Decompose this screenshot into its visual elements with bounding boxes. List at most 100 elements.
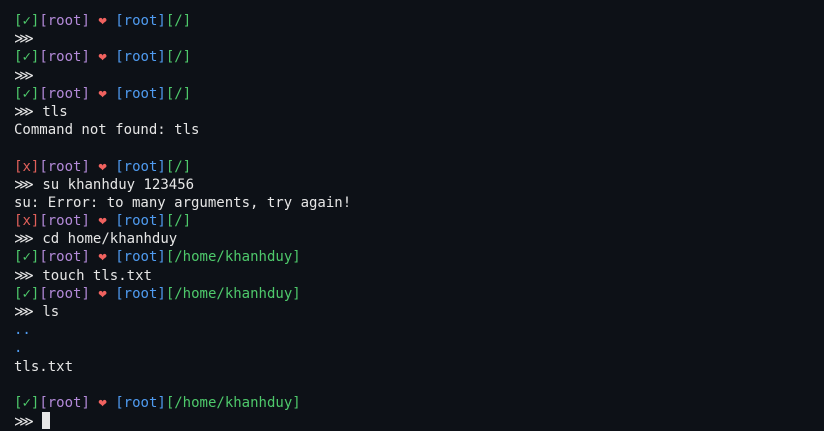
user-bracket-close: ] bbox=[81, 394, 90, 411]
prompt-arrow-icon: ⋙ bbox=[14, 176, 34, 193]
host-bracket-close: ] bbox=[157, 213, 166, 230]
prompt-host: root bbox=[123, 49, 158, 66]
prompt-host: root bbox=[123, 85, 158, 102]
prompt-host: root bbox=[123, 13, 158, 29]
prompt-path: / bbox=[174, 158, 183, 175]
host-bracket-close: ] bbox=[157, 394, 166, 411]
prompt-arrow-icon: ⋙ bbox=[14, 304, 34, 320]
prompt-line: [✓][root] ❤ [root][/home/khanhduy] bbox=[14, 248, 824, 266]
command-input-line: ⋙ cd home/khanhduy bbox=[14, 230, 824, 248]
path-bracket-open: [ bbox=[165, 213, 175, 230]
prompt-path: /home/khanhduy bbox=[174, 394, 293, 411]
prompt-line: [x][root] ❤ [root][/] bbox=[14, 158, 824, 176]
heart-icon: ❤ bbox=[98, 158, 107, 175]
text-cursor[interactable] bbox=[42, 412, 51, 430]
prompt-line: [✓][root] ❤ [root][/] bbox=[14, 48, 824, 66]
path-bracket-close: ] bbox=[292, 285, 301, 302]
command-text: tls bbox=[42, 103, 68, 120]
path-bracket-open: [ bbox=[165, 13, 175, 29]
path-bracket-open: [ bbox=[165, 249, 175, 266]
prompt-path: / bbox=[174, 13, 183, 29]
user-bracket-open: [ bbox=[39, 13, 48, 29]
host-bracket-close: ] bbox=[157, 158, 166, 175]
prompt-host: root bbox=[123, 249, 158, 266]
status-ok-icon: ✓ bbox=[22, 85, 31, 102]
prompt-arrow-icon: ⋙ bbox=[14, 31, 34, 48]
command-input-line: ⋙ su khanhduy 123456 bbox=[14, 176, 824, 194]
prompt-user: root bbox=[47, 13, 82, 29]
prompt-host: root bbox=[123, 285, 158, 302]
host-bracket-open: [ bbox=[115, 394, 124, 411]
user-bracket-close: ] bbox=[81, 249, 90, 266]
prompt-user: root bbox=[47, 213, 82, 230]
user-bracket-open: [ bbox=[39, 394, 48, 411]
prompt-user: root bbox=[47, 49, 82, 66]
output-text: tls.txt bbox=[14, 358, 74, 375]
command-text: su khanhduy 123456 bbox=[42, 176, 195, 193]
path-bracket-close: ] bbox=[182, 158, 192, 175]
prompt-line: [✓][root] ❤ [root][/] bbox=[14, 85, 824, 103]
user-bracket-close: ] bbox=[81, 285, 90, 302]
directory-entry: .. bbox=[14, 321, 824, 339]
path-bracket-open: [ bbox=[165, 285, 175, 302]
prompt-arrow-icon: ⋙ bbox=[14, 231, 34, 248]
heart-icon: ❤ bbox=[98, 13, 107, 29]
directory-entry: . bbox=[14, 339, 824, 357]
prompt-user: root bbox=[47, 394, 82, 411]
heart-icon: ❤ bbox=[98, 85, 107, 102]
status-fail-icon: x bbox=[22, 213, 31, 230]
prompt-host: root bbox=[123, 394, 158, 411]
prompt-path: /home/khanhduy bbox=[174, 285, 293, 302]
command-text: touch tls.txt bbox=[42, 267, 152, 284]
prompt-arrow-icon: ⋙ bbox=[14, 67, 34, 84]
host-bracket-open: [ bbox=[115, 158, 124, 175]
command-output-line: Command not found: tls bbox=[14, 121, 824, 139]
directory-name: .. bbox=[14, 322, 31, 339]
path-bracket-open: [ bbox=[165, 85, 175, 102]
command-output-line: su: Error: to many arguments, try again! bbox=[14, 194, 824, 212]
host-bracket-open: [ bbox=[115, 249, 124, 266]
prompt-user: root bbox=[47, 158, 82, 175]
path-bracket-close: ] bbox=[292, 394, 301, 411]
user-bracket-open: [ bbox=[39, 85, 48, 102]
command-input-line: ⋙ bbox=[14, 30, 824, 48]
heart-icon: ❤ bbox=[98, 285, 107, 302]
status-ok-icon: ✓ bbox=[22, 394, 31, 411]
path-bracket-close: ] bbox=[182, 213, 192, 230]
command-input-line: ⋙ ls bbox=[14, 303, 824, 321]
status-ok-icon: ✓ bbox=[22, 13, 31, 29]
host-bracket-close: ] bbox=[157, 285, 166, 302]
host-bracket-open: [ bbox=[115, 213, 124, 230]
command-input-line: ⋙ tls bbox=[14, 103, 824, 121]
status-ok-icon: ✓ bbox=[22, 49, 31, 66]
command-input-line: ⋙ bbox=[14, 67, 824, 85]
prompt-line: [x][root] ❤ [root][/] bbox=[14, 212, 824, 230]
output-text: Command not found: tls bbox=[14, 122, 200, 139]
path-bracket-open: [ bbox=[165, 49, 175, 66]
heart-icon: ❤ bbox=[98, 213, 107, 230]
path-bracket-close: ] bbox=[182, 49, 192, 66]
prompt-user: root bbox=[47, 85, 82, 102]
prompt-path: / bbox=[174, 213, 183, 230]
command-input-line: ⋙ touch tls.txt bbox=[14, 267, 824, 285]
directory-name: . bbox=[14, 340, 23, 357]
command-input-line: ⋙ bbox=[14, 412, 824, 430]
terminal-window[interactable]: [✓][root] ❤ [root][/] ⋙ [✓][root] ❤ [root]… bbox=[0, 0, 824, 431]
status-ok-icon: ✓ bbox=[22, 249, 31, 266]
host-bracket-open: [ bbox=[115, 13, 124, 29]
path-bracket-open: [ bbox=[165, 394, 175, 411]
prompt-arrow-icon: ⋙ bbox=[14, 267, 34, 284]
prompt-path: / bbox=[174, 85, 183, 102]
host-bracket-close: ] bbox=[157, 13, 166, 29]
path-bracket-close: ] bbox=[182, 13, 192, 29]
heart-icon: ❤ bbox=[98, 394, 107, 411]
heart-icon: ❤ bbox=[98, 49, 107, 66]
user-bracket-open: [ bbox=[39, 249, 48, 266]
